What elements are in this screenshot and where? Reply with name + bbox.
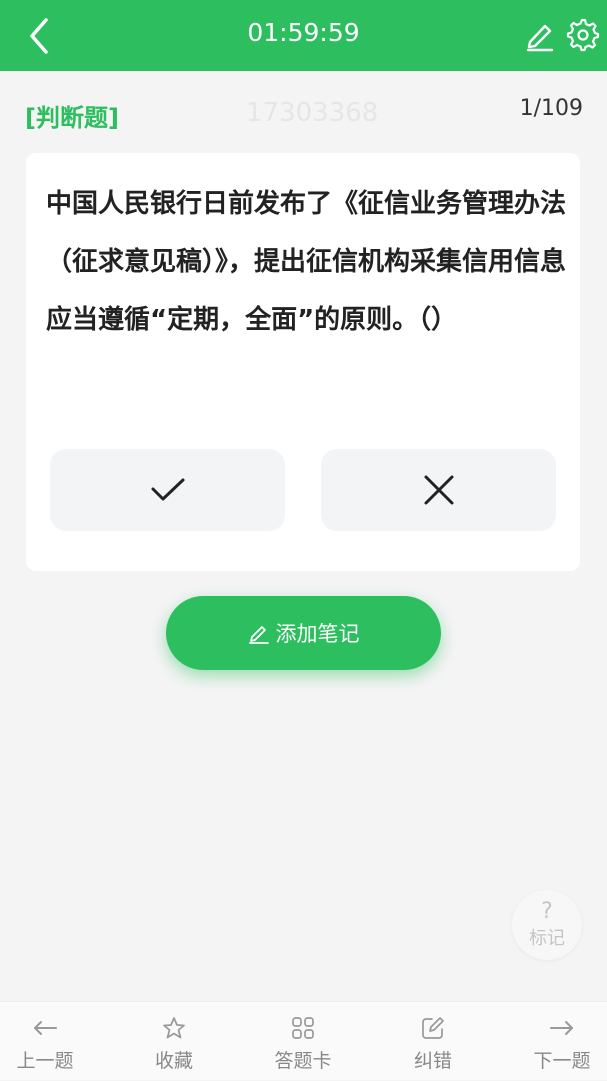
question-card: 中国人民银行日前发布了《征信业务管理办法（征求意见稿）》，提出征信机构采集信用信… <box>26 153 580 571</box>
pencil-icon <box>526 24 554 52</box>
cross-icon <box>424 475 453 505</box>
mark-label: 标记 <box>529 928 565 949</box>
pencil-icon <box>248 626 269 644</box>
check-icon <box>151 478 184 501</box>
edit-square-icon <box>422 1017 444 1039</box>
question-text: 中国人民银行日前发布了《征信业务管理办法（征求意见稿）》，提出征信机构采集信用信… <box>46 189 567 335</box>
prev-question-label: 上一题 <box>16 1050 74 1072</box>
grid-icon <box>292 1017 314 1039</box>
add-note-label: 添加笔记 <box>275 622 360 646</box>
app-header: 01:59:59 <box>0 0 607 71</box>
exam-timer: 01:59:59 <box>247 18 360 47</box>
answer-card-button[interactable]: 答题卡 <box>253 1002 353 1081</box>
add-note-button[interactable]: 添加笔记 <box>166 596 441 670</box>
prev-question-button[interactable]: 上一题 <box>0 1002 95 1081</box>
next-question-button[interactable]: 下一题 <box>512 1002 607 1081</box>
gear-icon <box>566 18 600 52</box>
answer-card-label: 答题卡 <box>274 1050 332 1072</box>
correction-label: 纠错 <box>413 1050 452 1072</box>
correction-button[interactable]: 纠错 <box>383 1002 483 1081</box>
next-question-label: 下一题 <box>533 1050 591 1072</box>
favorite-label: 收藏 <box>154 1050 193 1072</box>
arrow-right-icon <box>550 1021 573 1035</box>
user-id-watermark: 17303368 <box>246 98 379 128</box>
question-progress: 1/109 <box>519 96 583 121</box>
question-type-label: [判断题] <box>25 104 119 132</box>
option-false-button[interactable] <box>321 449 556 531</box>
option-true-button[interactable] <box>50 449 285 531</box>
settings-button[interactable] <box>566 18 600 52</box>
star-icon <box>163 1017 185 1039</box>
bottom-nav: 上一题 收藏 答题卡 纠错 下一题 <box>0 1001 607 1080</box>
mark-button[interactable]: ? 标记 <box>512 890 582 960</box>
question-mark-icon: ? <box>541 899 553 924</box>
draft-button[interactable] <box>524 18 556 52</box>
favorite-button[interactable]: 收藏 <box>124 1002 224 1081</box>
arrow-left-icon <box>34 1021 57 1035</box>
